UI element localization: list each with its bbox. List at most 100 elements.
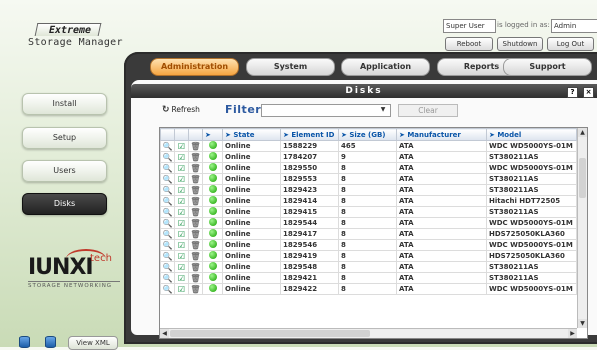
header-state[interactable]: ➤ State [222, 128, 281, 141]
header-model[interactable]: ➤ Model [486, 128, 577, 141]
clear-button[interactable]: Clear [398, 104, 458, 117]
view-icon[interactable]: 🔍 [160, 162, 175, 174]
tab-application[interactable]: Application [341, 58, 430, 76]
table-row[interactable]: 🔍 ☑ 🗑 Online 1829417 8 ATA HDS725050KLA360 [160, 228, 577, 240]
view-icon[interactable]: 🔍 [160, 261, 175, 273]
view-icon[interactable]: 🔍 [160, 206, 175, 218]
logo-subtitle: STORAGE NETWORKING [28, 281, 120, 289]
sidebar-item-disks[interactable]: Disks [22, 193, 107, 215]
edit-icon[interactable]: ☑ [174, 217, 189, 229]
header-size[interactable]: ➤ Size (GB) [338, 128, 397, 141]
view-icon[interactable]: 🔍 [160, 184, 175, 196]
refresh-button[interactable]: ↻ Refresh [162, 105, 200, 115]
database-icon[interactable] [19, 336, 30, 348]
delete-icon[interactable]: 🗑 [188, 283, 203, 295]
edit-icon[interactable]: ☑ [174, 140, 189, 152]
view-icon[interactable]: 🔍 [160, 283, 175, 295]
view-icon[interactable]: 🔍 [160, 217, 175, 229]
cell-manufacturer: ATA [396, 162, 487, 174]
cell-size: 8 [338, 173, 397, 185]
database-alt-icon[interactable] [45, 336, 56, 348]
edit-icon[interactable]: ☑ [174, 239, 189, 251]
h-scroll-thumb[interactable] [170, 330, 370, 337]
view-icon[interactable]: 🔍 [160, 272, 175, 284]
header-flag[interactable]: ➤ [202, 128, 223, 141]
status-online-icon [202, 228, 223, 240]
help-icon[interactable]: ? [567, 87, 578, 98]
edit-icon[interactable]: ☑ [174, 162, 189, 174]
edit-icon[interactable]: ☑ [174, 250, 189, 262]
table-row[interactable]: 🔍 ☑ 🗑 Online 1829422 8 ATA WDC WD5000YS-01M [160, 283, 577, 295]
edit-icon[interactable]: ☑ [174, 228, 189, 240]
horizontal-scrollbar[interactable]: ◀ ▶ [160, 328, 577, 338]
tab-support[interactable]: Support [503, 58, 592, 76]
delete-icon[interactable]: 🗑 [188, 239, 203, 251]
sidebar-item-install[interactable]: Install [22, 93, 107, 115]
chevron-down-icon[interactable]: ▼ [378, 105, 388, 115]
edit-icon[interactable]: ☑ [174, 184, 189, 196]
edit-icon[interactable]: ☑ [174, 272, 189, 284]
view-icon[interactable]: 🔍 [160, 151, 175, 163]
delete-icon[interactable]: 🗑 [188, 184, 203, 196]
header-blank-1 [160, 128, 175, 141]
edit-icon[interactable]: ☑ [174, 206, 189, 218]
table-row[interactable]: 🔍 ☑ 🗑 Online 1829544 8 ATA WDC WD5000YS-01M [160, 217, 577, 229]
table-row[interactable]: 🔍 ☑ 🗑 Online 1829550 8 ATA WDC WD5000YS-01M [160, 162, 577, 174]
delete-icon[interactable]: 🗑 [188, 151, 203, 163]
table-row[interactable]: 🔍 ☑ 🗑 Online 1829553 8 ATA ST380211AS [160, 173, 577, 185]
delete-icon[interactable]: 🗑 [188, 217, 203, 229]
shutdown-button[interactable]: Shutdown [497, 37, 543, 51]
view-icon[interactable]: 🔍 [160, 228, 175, 240]
view-icon[interactable]: 🔍 [160, 239, 175, 251]
edit-icon[interactable]: ☑ [174, 195, 189, 207]
scroll-thumb[interactable] [579, 158, 586, 198]
delete-icon[interactable]: 🗑 [188, 206, 203, 218]
table-row[interactable]: 🔍 ☑ 🗑 Online 1829421 8 ATA ST380211AS [160, 272, 577, 284]
view-icon[interactable]: 🔍 [160, 195, 175, 207]
table-row[interactable]: 🔍 ☑ 🗑 Online 1784207 9 ATA ST380211AS [160, 151, 577, 163]
scroll-right-icon[interactable]: ▶ [568, 329, 577, 338]
sort-icon: ➤ [341, 130, 347, 139]
delete-icon[interactable]: 🗑 [188, 162, 203, 174]
sidebar-item-users[interactable]: Users [22, 160, 107, 182]
tab-system[interactable]: System [246, 58, 335, 76]
header-element-id[interactable]: ➤ Element ID [280, 128, 339, 141]
edit-icon[interactable]: ☑ [174, 261, 189, 273]
vertical-scrollbar[interactable]: ▲ ▼ [577, 128, 587, 328]
view-icon[interactable]: 🔍 [160, 140, 175, 152]
tab-administration[interactable]: Administration [150, 58, 239, 76]
delete-icon[interactable]: 🗑 [188, 173, 203, 185]
delete-icon[interactable]: 🗑 [188, 261, 203, 273]
table-row[interactable]: 🔍 ☑ 🗑 Online 1829423 8 ATA ST380211AS [160, 184, 577, 196]
scroll-down-icon[interactable]: ▼ [578, 319, 587, 328]
cell-model: ST380211AS [486, 173, 577, 185]
edit-icon[interactable]: ☑ [174, 173, 189, 185]
table-row[interactable]: 🔍 ☑ 🗑 Online 1829546 8 ATA WDC WD5000YS-01M [160, 239, 577, 251]
edit-icon[interactable]: ☑ [174, 151, 189, 163]
delete-icon[interactable]: 🗑 [188, 228, 203, 240]
logout-button[interactable]: Log Out [547, 37, 594, 51]
edit-icon[interactable]: ☑ [174, 283, 189, 295]
view-icon[interactable]: 🔍 [160, 250, 175, 262]
header-manufacturer[interactable]: ➤ Manufacturer [396, 128, 487, 141]
cell-size: 8 [338, 162, 397, 174]
disk-toolbar: ↻ Refresh Filter ▼ Clear [155, 103, 595, 119]
table-row[interactable]: 🔍 ☑ 🗑 Online 1829548 8 ATA ST380211AS [160, 261, 577, 273]
delete-icon[interactable]: 🗑 [188, 272, 203, 284]
sidebar-item-setup[interactable]: Setup [22, 127, 107, 149]
delete-icon[interactable]: 🗑 [188, 140, 203, 152]
cell-size: 8 [338, 272, 397, 284]
reboot-button[interactable]: Reboot [445, 37, 493, 51]
table-row[interactable]: 🔍 ☑ 🗑 Online 1588229 465 ATA WDC WD5000YS-01M [160, 140, 577, 152]
view-xml-button[interactable]: View XML [68, 336, 118, 350]
delete-icon[interactable]: 🗑 [188, 195, 203, 207]
delete-icon[interactable]: 🗑 [188, 250, 203, 262]
scroll-up-icon[interactable]: ▲ [578, 128, 587, 137]
table-row[interactable]: 🔍 ☑ 🗑 Online 1829419 8 ATA HDS725050KLA360 [160, 250, 577, 262]
scroll-left-icon[interactable]: ◀ [160, 329, 169, 338]
close-icon[interactable]: × [583, 87, 594, 98]
table-row[interactable]: 🔍 ☑ 🗑 Online 1829414 8 ATA Hitachi HDT72505 [160, 195, 577, 207]
table-row[interactable]: 🔍 ☑ 🗑 Online 1829415 8 ATA ST380211AS [160, 206, 577, 218]
filter-select[interactable] [261, 104, 391, 117]
view-icon[interactable]: 🔍 [160, 173, 175, 185]
